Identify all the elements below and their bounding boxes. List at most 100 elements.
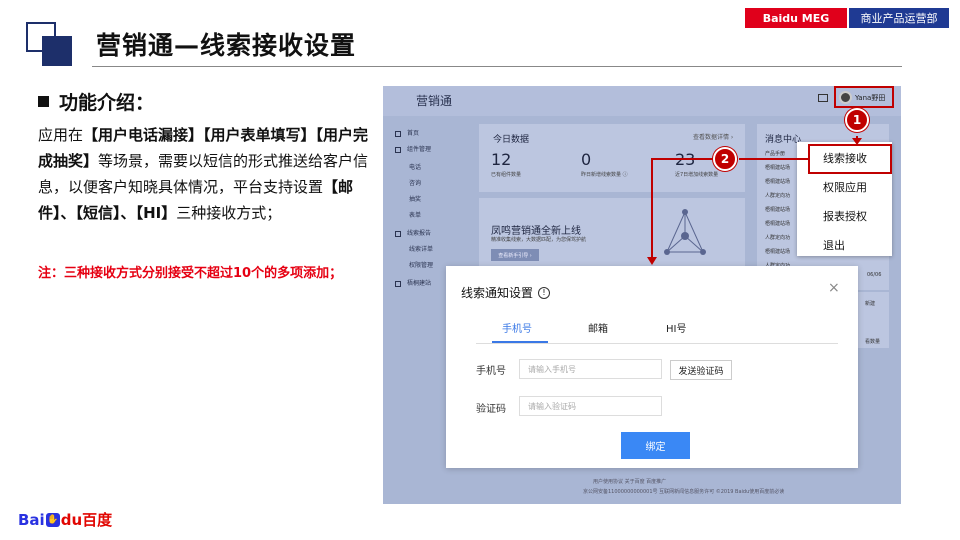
menu-item-permission[interactable]: 权限应用 [823,179,867,195]
metric-week: 23近7日增加线索数量 [675,150,718,178]
square-bullet-icon [38,96,49,107]
tab-email[interactable]: 邮箱 [588,320,608,335]
send-code-button[interactable]: 发送验证码 [670,360,732,380]
message-center-title: 消息中心 [765,135,802,145]
message-item[interactable]: 梧桐建站场 [765,220,790,227]
user-menu-highlight [834,86,894,108]
message-item[interactable]: 产品手册 [765,150,785,157]
count-label: 看数量 [865,339,881,345]
lead-receive-highlight [808,144,892,174]
lead-notify-modal: 线索通知设置 ! × 手机号 邮箱 HI号 手机号 请输入手机号 发送验证码 验… [446,266,858,468]
today-title: 今日数据 [493,135,530,145]
menu-item-logout[interactable]: 退出 [823,237,845,253]
active-tab-indicator [492,341,548,343]
note-text: 注：三种接收方式分别接受不超过10个的多项添加； [38,266,343,281]
arrow-down-icon [647,257,657,265]
sidebar-item-phone[interactable]: 电话 [409,162,421,171]
modal-title-text: 线索通知设置 [461,286,534,300]
page-title: 营销通—线索接收设置 [96,31,357,60]
step-badge-2: 2 [713,147,737,171]
baidu-meg-tag: Baidu MEG [745,8,847,28]
sidebar-label: 梧桐建站 [407,280,432,287]
message-item[interactable]: 人群定向功 [765,234,790,241]
metric-label: 已有组件数量 [491,172,522,178]
mail-icon[interactable] [818,94,828,102]
guide-button[interactable]: 查看新手引导 › [491,249,539,261]
metric-label: 昨日新增线索数量 ⓘ [581,172,628,178]
bind-button[interactable]: 绑定 [621,432,690,459]
phone-input[interactable]: 请输入手机号 [519,359,662,379]
sidebar-item-lottery[interactable]: 抽奖 [409,194,421,203]
app-brand: 营销通 [416,94,453,108]
arrow-down-icon [852,138,862,145]
message-item[interactable]: 梧桐建站场 [765,248,790,255]
logo-cn: 百度 [82,511,113,529]
sidebar-label: 线索报告 [407,230,432,237]
code-input[interactable]: 请输入验证码 [519,396,662,416]
chart-icon [395,230,401,237]
close-icon[interactable]: × [828,280,840,296]
logo-bai: Bai [18,510,45,529]
today-detail-link[interactable]: 查看数据详情 › [693,132,733,141]
metric-value: 0 [581,150,592,169]
app-footer-copyright: 京公网安备11000000000001号 互联网新闻信息服务许可 ©2019 B… [583,489,785,495]
desc-prefix: 应用在 [38,126,84,144]
sidebar-label: 组件管理 [407,146,432,153]
app-footer-links: 用户使用协议 关于百度 百度推广 [593,479,667,485]
section-heading: 功能介绍： [38,88,154,115]
baidu-logo: Bai ✋ du 百度 [18,509,112,530]
sidebar-label: 电话 [409,164,422,171]
section-heading-text: 功能介绍： [59,92,155,114]
info-icon[interactable]: ! [538,286,551,299]
metric-label: 近7日增加线索数量 [675,172,719,178]
sidebar-item-permission[interactable]: 权限管理 [409,260,433,269]
new-link[interactable]: 新建 [865,300,875,307]
grid-icon [395,146,401,153]
method-hi: 【HI】 [135,204,177,222]
logo-du: du [60,510,83,529]
message-item[interactable]: 梧桐建站场 [765,164,790,171]
step-badge-1: 1 [845,108,869,132]
department-tag: 商业产品运营部 [849,8,949,28]
sidebar-item-form[interactable]: 表单 [409,210,421,219]
sidebar-item-home[interactable]: 首页 [395,128,419,137]
connector-line [739,158,809,160]
metric-components: 12 已有组件数量 [491,150,521,178]
tab-phone[interactable]: 手机号 [502,320,532,335]
phone-label: 手机号 [476,366,506,377]
message-item[interactable]: 梧桐建站场 [765,178,790,185]
title-decoration-fill [42,36,72,66]
scene-phone: 【用户电话漏接】 [83,126,204,144]
message-item[interactable]: 人群定向功 [765,192,790,199]
metric-value: 12 [491,150,512,169]
message-date: 06/06 [867,272,882,278]
modal-title: 线索通知设置 ! [461,284,551,301]
tab-hi[interactable]: HI号 [666,320,686,335]
sidebar-label: 线索详单 [409,246,434,253]
feature-description: 应用在【用户电话漏接】【用户表单填写】【用户完成抽奖】等场景，需要以短信的形式推… [38,122,378,226]
sidebar-item-consult[interactable]: 咨询 [409,178,421,187]
sidebar-item-site[interactable]: 梧桐建站 [395,278,431,287]
sidebar-label: 咨询 [409,180,422,187]
sidebar-item-report[interactable]: 线索报告 [395,228,431,237]
desc-tail: 三种接收方式； [176,204,282,222]
metric-yesterday: 0 昨日新增线索数量 ⓘ [581,150,628,178]
sidebar-label: 表单 [409,212,422,219]
promo-subtitle: 精准收集线索，大数据匹配，为您保驾护航 [491,237,587,243]
sidebar-item-details[interactable]: 线索详单 [409,244,433,253]
site-icon [395,280,401,287]
message-item[interactable]: 梧桐建站场 [765,206,790,213]
scene-form: 【用户表单填写】 [203,126,316,144]
code-label: 验证码 [476,404,506,415]
sidebar-label: 首页 [407,130,420,137]
contact-tabs: 手机号 邮箱 HI号 [476,320,838,344]
menu-item-report-auth[interactable]: 报表授权 [823,208,867,224]
sidebar-item-components[interactable]: 组件管理 [395,144,431,153]
home-icon [395,130,401,137]
method-sep: 、 [120,204,136,222]
sidebar-label: 抽奖 [409,196,422,203]
title-divider [92,66,902,67]
network-illustration-icon [664,209,706,255]
connector-line [652,158,715,160]
sidebar-label: 权限管理 [409,262,434,269]
